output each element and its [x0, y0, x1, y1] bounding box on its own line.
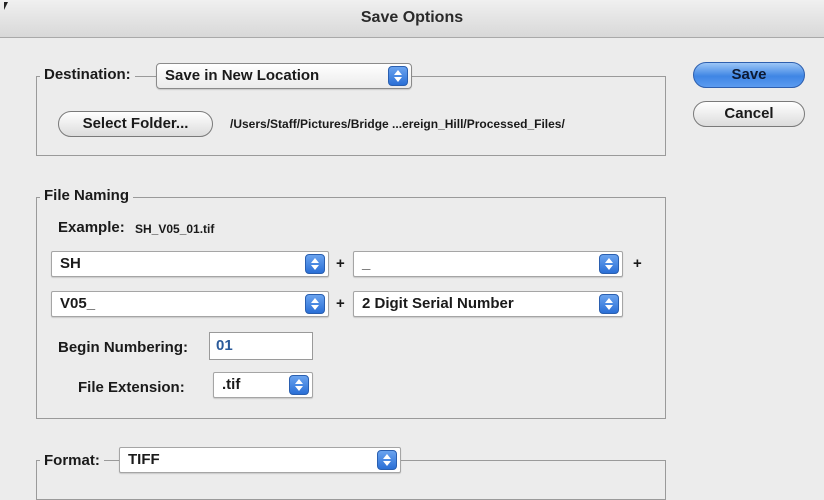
naming-popup-2-value: _: [362, 255, 371, 272]
file-extension-label: File Extension:: [78, 379, 185, 396]
file-extension-popup[interactable]: .tif: [213, 372, 313, 398]
example-label: Example:: [58, 219, 125, 236]
plus-sign: +: [633, 255, 642, 272]
window-title: Save Options: [360, 9, 464, 26]
naming-popup-2[interactable]: _: [353, 251, 623, 277]
popup-stepper-icon: [388, 66, 408, 86]
file-extension-value: .tif: [222, 376, 241, 393]
plus-sign: +: [336, 255, 345, 272]
example-value: SH_V05_01.tif: [135, 222, 215, 236]
popup-stepper-icon: [305, 254, 325, 274]
format-label: Format:: [40, 452, 104, 469]
title-bar: Save Options: [0, 0, 824, 38]
destination-popup-value: Save in New Location: [165, 67, 320, 84]
naming-popup-4[interactable]: 2 Digit Serial Number: [353, 291, 623, 317]
destination-path: /Users/Staff/Pictures/Bridge ...ereign_H…: [230, 117, 565, 131]
popup-stepper-icon: [599, 294, 619, 314]
destination-label: Destination:: [40, 66, 135, 83]
plus-sign: +: [336, 295, 345, 312]
naming-popup-1[interactable]: SH: [51, 251, 329, 277]
format-popup-value: TIFF: [128, 451, 160, 468]
begin-numbering-label: Begin Numbering:: [58, 339, 188, 356]
naming-popup-3[interactable]: V05_: [51, 291, 329, 317]
cancel-button[interactable]: Cancel: [693, 101, 805, 127]
file-naming-label: File Naming: [40, 187, 134, 204]
begin-numbering-input[interactable]: 01: [209, 332, 313, 360]
format-popup[interactable]: TIFF: [119, 447, 401, 473]
popup-stepper-icon: [305, 294, 325, 314]
naming-popup-1-value: SH: [60, 255, 81, 272]
naming-popup-3-value: V05_: [60, 295, 96, 312]
popup-stepper-icon: [289, 375, 309, 395]
save-button[interactable]: Save: [693, 62, 805, 88]
popup-stepper-icon: [377, 450, 397, 470]
popup-stepper-icon: [599, 254, 619, 274]
destination-popup[interactable]: Save in New Location: [156, 63, 412, 89]
naming-popup-4-value: 2 Digit Serial Number: [362, 295, 514, 312]
select-folder-button[interactable]: Select Folder...: [58, 111, 213, 137]
